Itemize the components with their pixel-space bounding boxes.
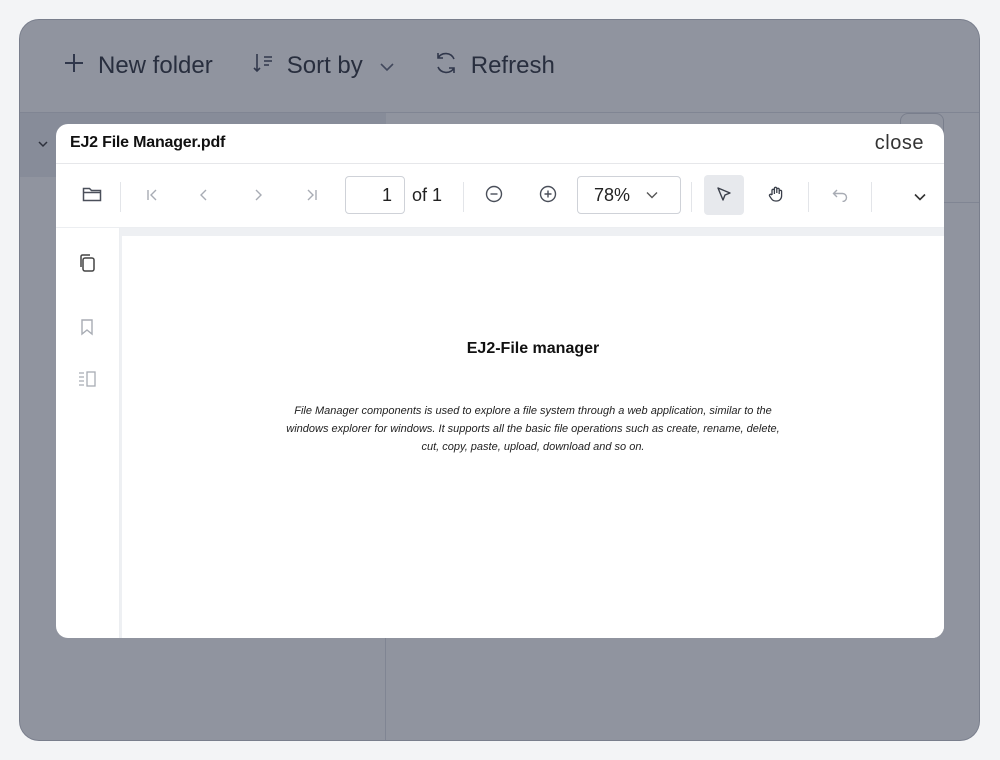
dialog-title: EJ2 File Manager.pdf: [70, 134, 226, 151]
undo-button[interactable]: [822, 164, 858, 228]
page-number-input[interactable]: [345, 176, 405, 214]
zoom-in-button[interactable]: [530, 164, 566, 228]
previous-page-icon: [197, 186, 211, 207]
previous-page-button[interactable]: [186, 164, 222, 228]
pdf-viewer-dialog: EJ2 File Manager.pdf close 1 of 1 78% EJ…: [56, 124, 944, 638]
document-viewer[interactable]: EJ2-File manager File Manager components…: [120, 228, 944, 638]
toolbar-separator: [463, 182, 464, 212]
chevron-down-icon: [646, 188, 658, 202]
document-heading: EJ2-File manager: [466, 340, 600, 357]
close-button[interactable]: close: [875, 132, 924, 155]
bookmark-icon[interactable]: [76, 316, 98, 338]
selection-tool-icon: [715, 185, 733, 208]
navigation-side-panel: [56, 228, 120, 638]
document-body: File Manager components is used to explo…: [182, 402, 884, 456]
document-body-line: windows explorer for windows. It support…: [286, 423, 780, 435]
next-page-icon: [251, 186, 265, 207]
zoom-out-icon: [485, 185, 503, 208]
folder-open-icon: [82, 185, 102, 208]
dialog-header: EJ2 File Manager.pdf close: [56, 124, 944, 164]
toolbar-separator: [871, 182, 872, 212]
zoom-out-button[interactable]: [476, 164, 512, 228]
toolbar-separator: [120, 182, 121, 212]
document-body-line: File Manager components is used to explo…: [294, 405, 772, 417]
last-page-button[interactable]: [294, 164, 330, 228]
pan-tool-icon: [767, 185, 785, 208]
zoom-in-icon: [539, 185, 557, 208]
page-count-label: of 1: [412, 185, 443, 205]
zoom-dropdown[interactable]: 78%: [577, 176, 681, 214]
toolbar-separator: [808, 182, 809, 212]
pdf-toolbar: of 1 78%: [56, 164, 944, 228]
organize-pages-icon[interactable]: [76, 368, 98, 390]
pdf-page: EJ2-File manager File Manager components…: [122, 236, 944, 638]
more-options-icon: [913, 186, 927, 207]
page-thumbnails-icon[interactable]: [76, 252, 98, 274]
next-page-button[interactable]: [240, 164, 276, 228]
zoom-value: 78%: [594, 184, 631, 205]
last-page-icon: [305, 186, 319, 207]
toolbar-separator: [691, 182, 692, 212]
selection-tool-button[interactable]: [704, 164, 744, 228]
first-page-icon: [145, 186, 159, 207]
document-body-line: cut, copy, paste, upload, download and s…: [421, 441, 645, 453]
more-options-button[interactable]: [902, 164, 938, 228]
open-file-button[interactable]: [74, 164, 110, 228]
pan-tool-button[interactable]: [756, 164, 796, 228]
undo-icon: [832, 186, 848, 207]
first-page-button[interactable]: [134, 164, 170, 228]
